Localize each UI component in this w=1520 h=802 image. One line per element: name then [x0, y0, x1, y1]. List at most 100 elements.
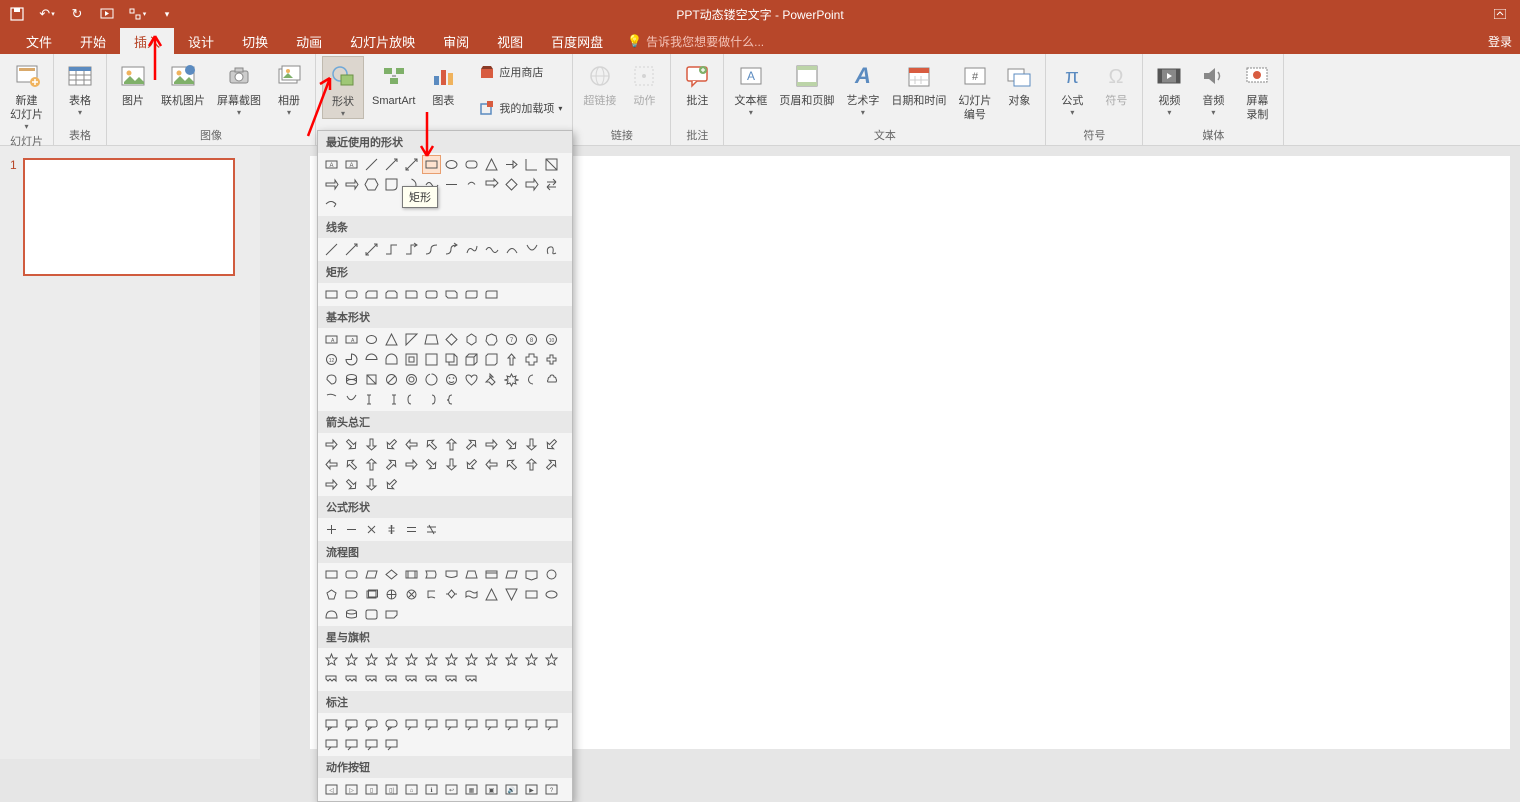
shape-block_arrows-18[interactable] [442, 455, 461, 474]
save-icon[interactable] [6, 3, 28, 25]
shape-basic-8[interactable] [482, 330, 501, 349]
shape-flowchart-17[interactable] [422, 585, 441, 604]
shape-lines-6[interactable] [442, 240, 461, 259]
shape-recent-21[interactable] [502, 175, 521, 194]
shape-recent-6[interactable] [442, 155, 461, 174]
shape-callouts-5[interactable] [422, 715, 441, 734]
shape-stars-14[interactable] [362, 670, 381, 689]
shape-basic-28[interactable] [402, 370, 421, 389]
photo-album-button[interactable]: 相册 ▾ [269, 56, 309, 117]
shape-recent-8[interactable] [482, 155, 501, 174]
shape-basic-6[interactable] [442, 330, 461, 349]
shape-action-4[interactable]: ⌂ [402, 780, 421, 799]
redo-icon[interactable]: ↻ [66, 3, 88, 25]
shape-recent-4[interactable] [402, 155, 421, 174]
shapes-button[interactable]: 形状 ▾ [322, 56, 364, 119]
shape-rectangles-6[interactable] [442, 285, 461, 304]
tab-design[interactable]: 设计 [174, 28, 228, 54]
shape-basic-38[interactable] [362, 390, 381, 409]
shape-flowchart-21[interactable] [502, 585, 521, 604]
shape-action-11[interactable]: ? [542, 780, 561, 799]
shape-basic-16[interactable] [402, 350, 421, 369]
shape-stars-16[interactable] [402, 670, 421, 689]
shape-action-1[interactable]: ▷ [342, 780, 361, 799]
wordart-button[interactable]: A 艺术字 ▾ [842, 56, 883, 117]
shape-flowchart-7[interactable] [462, 565, 481, 584]
shape-callouts-12[interactable] [322, 735, 341, 754]
shape-basic-26[interactable] [362, 370, 381, 389]
qat-customize-icon[interactable]: ▾ [156, 3, 178, 25]
slide-thumbnail[interactable] [23, 158, 235, 276]
shape-lines-7[interactable] [462, 240, 481, 259]
shape-basic-9[interactable]: 7 [502, 330, 521, 349]
shape-basic-22[interactable] [522, 350, 541, 369]
shape-basic-42[interactable] [442, 390, 461, 409]
shape-equation-0[interactable] [322, 520, 341, 539]
shape-block_arrows-20[interactable] [482, 455, 501, 474]
shape-flowchart-9[interactable] [502, 565, 521, 584]
tab-baidu[interactable]: 百度网盘 [537, 28, 617, 54]
shape-flowchart-27[interactable] [382, 605, 401, 624]
shape-stars-3[interactable] [382, 650, 401, 669]
tab-transitions[interactable]: 切换 [228, 28, 282, 54]
shape-flowchart-14[interactable] [362, 585, 381, 604]
shape-rectangles-8[interactable] [482, 285, 501, 304]
shape-stars-7[interactable] [462, 650, 481, 669]
shape-flowchart-18[interactable] [442, 585, 461, 604]
shape-block_arrows-11[interactable] [542, 435, 561, 454]
shape-basic-36[interactable] [322, 390, 341, 409]
shape-basic-13[interactable] [342, 350, 361, 369]
slide-thumbnail-1[interactable]: 1 [10, 158, 250, 276]
shape-flowchart-24[interactable] [322, 605, 341, 624]
shape-equation-3[interactable] [382, 520, 401, 539]
object-button[interactable]: 对象 [999, 56, 1039, 108]
shape-stars-0[interactable] [322, 650, 341, 669]
shape-flowchart-20[interactable] [482, 585, 501, 604]
shape-action-6[interactable]: ↩ [442, 780, 461, 799]
online-pictures-button[interactable]: 联机图片 [157, 56, 209, 108]
shape-stars-19[interactable] [462, 670, 481, 689]
shape-basic-24[interactable] [322, 370, 341, 389]
shape-flowchart-1[interactable] [342, 565, 361, 584]
shape-stars-9[interactable] [502, 650, 521, 669]
shape-lines-9[interactable] [502, 240, 521, 259]
shape-equation-4[interactable] [402, 520, 421, 539]
textbox-button[interactable]: A 文本框 ▾ [730, 56, 771, 117]
shape-stars-13[interactable] [342, 670, 361, 689]
shape-basic-14[interactable] [362, 350, 381, 369]
shape-block_arrows-14[interactable] [362, 455, 381, 474]
shape-callouts-2[interactable] [362, 715, 381, 734]
shape-rectangles-1[interactable] [342, 285, 361, 304]
shape-lines-5[interactable] [422, 240, 441, 259]
shape-block_arrows-2[interactable] [362, 435, 381, 454]
shape-rectangles-0[interactable] [322, 285, 341, 304]
shape-flowchart-13[interactable] [342, 585, 361, 604]
shape-lines-1[interactable] [342, 240, 361, 259]
shape-flowchart-16[interactable] [402, 585, 421, 604]
new-slide-button[interactable]: 新建 幻灯片 ▾ [6, 56, 47, 131]
shape-recent-24[interactable] [322, 195, 341, 214]
shape-recent-22[interactable] [522, 175, 541, 194]
shape-stars-12[interactable] [322, 670, 341, 689]
smartart-button[interactable]: SmartArt [368, 56, 419, 108]
shape-callouts-15[interactable] [382, 735, 401, 754]
shape-basic-39[interactable] [382, 390, 401, 409]
shape-recent-23[interactable] [542, 175, 561, 194]
tab-review[interactable]: 审阅 [429, 28, 483, 54]
shape-recent-18[interactable] [442, 175, 461, 194]
shape-flowchart-5[interactable] [422, 565, 441, 584]
shape-recent-20[interactable] [482, 175, 501, 194]
shape-action-2[interactable]: ▯ [362, 780, 381, 799]
shape-basic-1[interactable]: A [342, 330, 361, 349]
shape-basic-34[interactable] [522, 370, 541, 389]
shape-basic-4[interactable] [402, 330, 421, 349]
shape-flowchart-3[interactable] [382, 565, 401, 584]
shape-callouts-6[interactable] [442, 715, 461, 734]
shape-rectangles-3[interactable] [382, 285, 401, 304]
shape-flowchart-6[interactable] [442, 565, 461, 584]
shape-rectangles-2[interactable] [362, 285, 381, 304]
shape-flowchart-23[interactable] [542, 585, 561, 604]
shape-rectangles-5[interactable] [422, 285, 441, 304]
shape-basic-29[interactable] [422, 370, 441, 389]
shape-flowchart-12[interactable] [322, 585, 341, 604]
